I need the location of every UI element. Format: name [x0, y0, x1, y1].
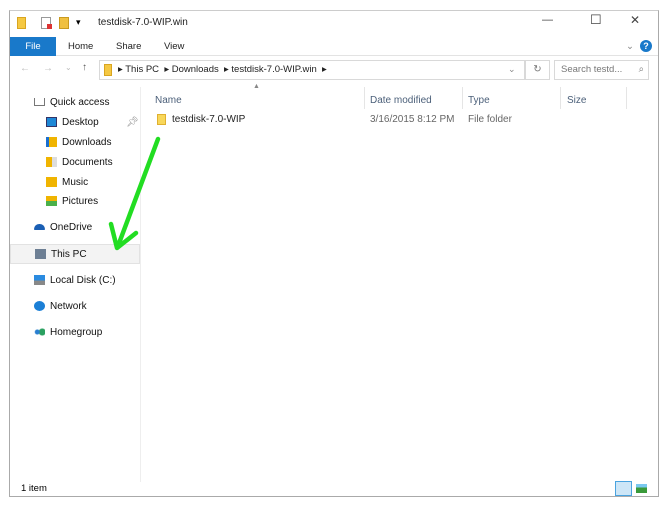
arrow-shaft — [115, 136, 161, 249]
annotation-arrow — [108, 136, 161, 251]
